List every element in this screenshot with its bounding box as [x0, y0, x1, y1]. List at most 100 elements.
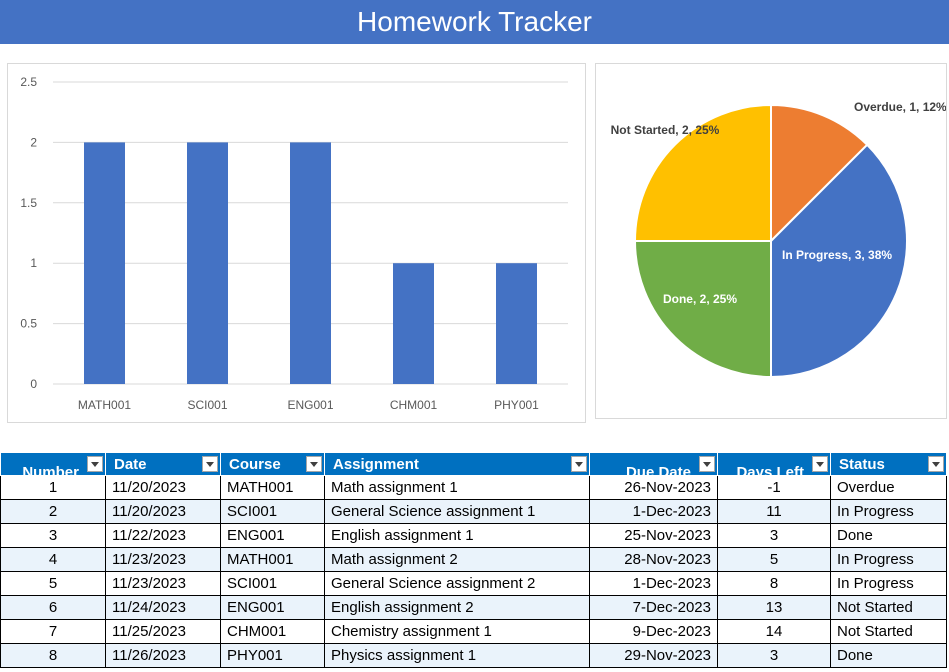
- column-header-label: Status: [839, 455, 885, 473]
- cell-status[interactable]: Not Started: [830, 619, 947, 644]
- cell-status[interactable]: Done: [830, 523, 947, 548]
- y-tick-label: 2.5: [20, 75, 37, 89]
- cell-date[interactable]: 11/20/2023: [105, 475, 221, 500]
- cell-status[interactable]: Not Started: [830, 595, 947, 620]
- column-header-label: Assignment: [333, 455, 419, 473]
- cell-due-date[interactable]: 7-Dec-2023: [589, 595, 718, 620]
- cell-status[interactable]: In Progress: [830, 547, 947, 572]
- filter-dropdown-button[interactable]: [87, 456, 103, 472]
- x-tick-label: CHM001: [390, 398, 438, 412]
- filter-dropdown-button[interactable]: [812, 456, 828, 472]
- table-row[interactable]: 8 11/26/2023 PHY001 Physics assignment 1 29-…: [0, 643, 947, 668]
- cell-number[interactable]: 2: [0, 499, 106, 524]
- filter-dropdown-button[interactable]: [306, 456, 322, 472]
- column-header-assignment[interactable]: Assignment: [324, 452, 590, 476]
- filter-dropdown-button[interactable]: [928, 456, 944, 472]
- bar-chm001[interactable]: [393, 263, 434, 384]
- chevron-down-icon: [816, 461, 824, 467]
- cell-number[interactable]: 6: [0, 595, 106, 620]
- cell-number[interactable]: 4: [0, 547, 106, 572]
- column-header-course[interactable]: Course: [220, 452, 325, 476]
- column-header-label: Date: [114, 455, 147, 473]
- cell-course[interactable]: MATH001: [220, 547, 325, 572]
- cell-course[interactable]: SCI001: [220, 499, 325, 524]
- cell-number[interactable]: 5: [0, 571, 106, 596]
- cell-assignment[interactable]: English assignment 1: [324, 523, 590, 548]
- column-header-number[interactable]: Number: [0, 452, 106, 481]
- x-tick-label: MATH001: [78, 398, 131, 412]
- column-header-due-date[interactable]: Due Date: [589, 452, 718, 481]
- bar-chart[interactable]: 0 0.5 1 1.5 2 2.5 MATH001 SCI001 ENG001 CHM001 PHY…: [7, 63, 586, 423]
- pie-data-label: Done, 2, 25%: [663, 292, 737, 306]
- cell-days-left[interactable]: 3: [717, 643, 831, 668]
- cell-due-date[interactable]: 29-Nov-2023: [589, 643, 718, 668]
- cell-days-left[interactable]: 13: [717, 595, 831, 620]
- column-header-days-left[interactable]: Days Left: [717, 452, 831, 481]
- chevron-down-icon: [91, 461, 99, 467]
- table-row[interactable]: 5 11/23/2023 SCI001 General Science assignm…: [0, 571, 947, 596]
- cell-due-date[interactable]: 1-Dec-2023: [589, 571, 718, 596]
- cell-number[interactable]: 7: [0, 619, 106, 644]
- cell-assignment[interactable]: Physics assignment 1: [324, 643, 590, 668]
- column-header-label: Course: [229, 455, 281, 473]
- cell-due-date[interactable]: 25-Nov-2023: [589, 523, 718, 548]
- cell-assignment[interactable]: Chemistry assignment 1: [324, 619, 590, 644]
- pie-slice-done[interactable]: [633, 240, 772, 379]
- bar-math001[interactable]: [84, 142, 125, 384]
- cell-assignment[interactable]: General Science assignment 2: [324, 571, 590, 596]
- cell-date[interactable]: 11/20/2023: [105, 499, 221, 524]
- table-header-row: Number Date Course Assignment Due Date D…: [0, 452, 947, 481]
- column-header-date[interactable]: Date: [105, 452, 221, 476]
- filter-dropdown-button[interactable]: [571, 456, 587, 472]
- cell-days-left[interactable]: 11: [717, 499, 831, 524]
- chevron-down-icon: [310, 461, 318, 467]
- cell-date[interactable]: 11/26/2023: [105, 643, 221, 668]
- table-row[interactable]: 6 11/24/2023 ENG001 English assignment 2 7-D…: [0, 595, 947, 620]
- cell-course[interactable]: ENG001: [220, 523, 325, 548]
- cell-status[interactable]: Done: [830, 643, 947, 668]
- cell-course[interactable]: PHY001: [220, 643, 325, 668]
- cell-status[interactable]: Overdue: [830, 475, 947, 500]
- cell-due-date[interactable]: 28-Nov-2023: [589, 547, 718, 572]
- pie-chart[interactable]: Overdue, 1, 12% In Progress, 3, 38% Done, …: [595, 63, 947, 419]
- cell-date[interactable]: 11/23/2023: [105, 571, 221, 596]
- cell-course[interactable]: SCI001: [220, 571, 325, 596]
- filter-dropdown-button[interactable]: [202, 456, 218, 472]
- cell-number[interactable]: 3: [0, 523, 106, 548]
- cell-days-left[interactable]: 3: [717, 523, 831, 548]
- cell-date[interactable]: 11/22/2023: [105, 523, 221, 548]
- column-header-label: Number: [22, 464, 79, 481]
- cell-date[interactable]: 11/23/2023: [105, 547, 221, 572]
- x-tick-label: PHY001: [494, 398, 539, 412]
- chevron-down-icon: [575, 461, 583, 467]
- cell-number[interactable]: 8: [0, 643, 106, 668]
- cell-date[interactable]: 11/25/2023: [105, 619, 221, 644]
- cell-days-left[interactable]: 8: [717, 571, 831, 596]
- pie-data-label: Not Started, 2, 25%: [611, 123, 720, 137]
- bar-sci001[interactable]: [187, 142, 228, 384]
- cell-course[interactable]: CHM001: [220, 619, 325, 644]
- cell-assignment[interactable]: Math assignment 2: [324, 547, 590, 572]
- cell-assignment[interactable]: General Science assignment 1: [324, 499, 590, 524]
- filter-dropdown-button[interactable]: [699, 456, 715, 472]
- cell-due-date[interactable]: 9-Dec-2023: [589, 619, 718, 644]
- cell-assignment[interactable]: English assignment 2: [324, 595, 590, 620]
- table-row[interactable]: 4 11/23/2023 MATH001 Math assignment 2 28-No…: [0, 547, 947, 572]
- y-tick-label: 1: [30, 256, 37, 270]
- table-row[interactable]: 3 11/22/2023 ENG001 English assignment 1 25-…: [0, 523, 947, 548]
- bar-eng001[interactable]: [290, 142, 331, 384]
- cell-due-date[interactable]: 1-Dec-2023: [589, 499, 718, 524]
- table-row[interactable]: 1 11/20/2023 MATH001 Math assignment 1 26-No…: [0, 475, 947, 500]
- cell-status[interactable]: In Progress: [830, 571, 947, 596]
- cell-status[interactable]: In Progress: [830, 499, 947, 524]
- cell-days-left[interactable]: 14: [717, 619, 831, 644]
- bar-phy001[interactable]: [496, 263, 537, 384]
- cell-course[interactable]: ENG001: [220, 595, 325, 620]
- cell-days-left[interactable]: 5: [717, 547, 831, 572]
- table-row[interactable]: 7 11/25/2023 CHM001 Chemistry assignment 19…: [0, 619, 947, 644]
- cell-date[interactable]: 11/24/2023: [105, 595, 221, 620]
- cell-course[interactable]: MATH001: [220, 475, 325, 500]
- column-header-status[interactable]: Status: [830, 452, 947, 476]
- cell-assignment[interactable]: Math assignment 1: [324, 475, 590, 500]
- table-row[interactable]: 2 11/20/2023 SCI001 General Science assignm…: [0, 499, 947, 524]
